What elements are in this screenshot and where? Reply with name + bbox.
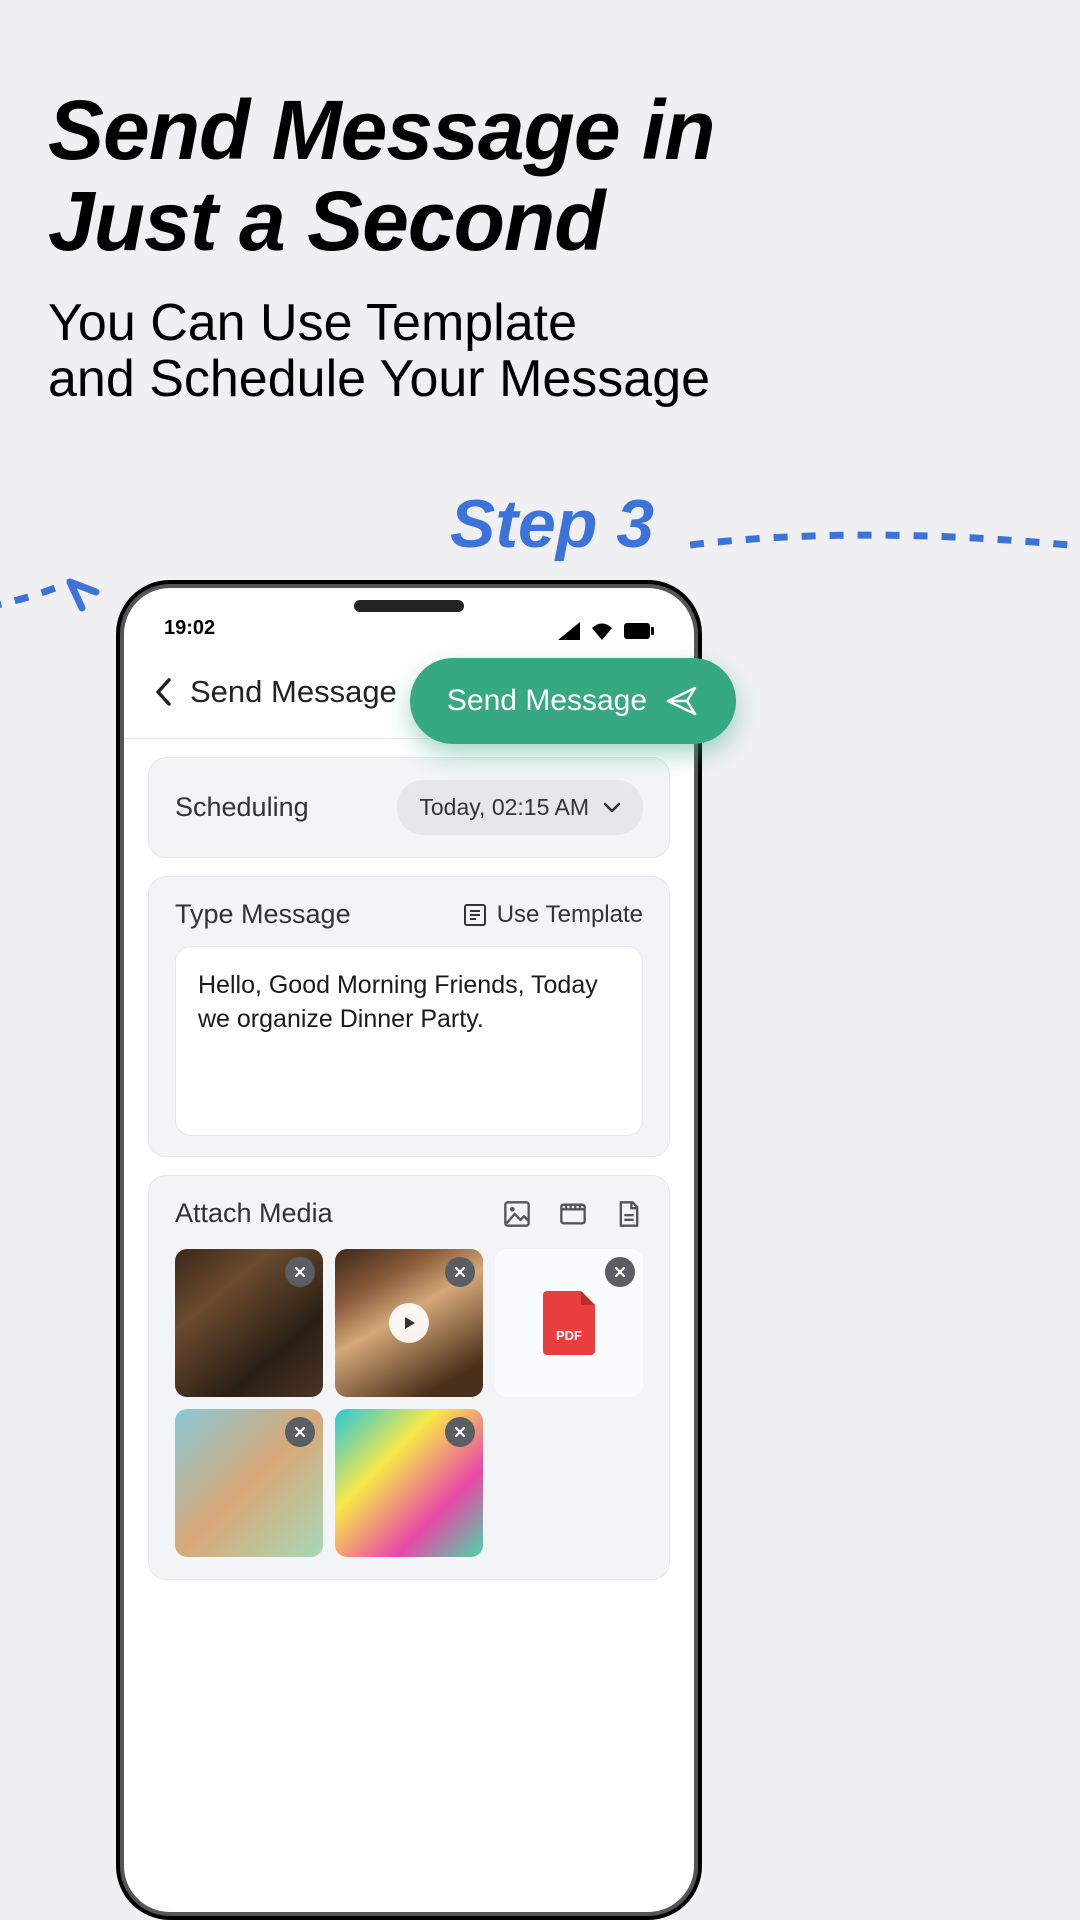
status-time: 19:02 (164, 617, 215, 640)
close-icon (614, 1266, 626, 1278)
send-icon (665, 684, 699, 718)
remove-media-button[interactable] (445, 1417, 475, 1447)
step-label: Step 3 (450, 485, 654, 563)
close-icon (294, 1266, 306, 1278)
remove-media-button[interactable] (285, 1257, 315, 1287)
use-template-button[interactable]: Use Template (463, 901, 643, 929)
send-message-button[interactable]: Send Message (410, 658, 736, 744)
media-thumbnail[interactable]: PDF (495, 1249, 643, 1397)
video-icon[interactable] (559, 1200, 587, 1228)
promo-title: Send Message in Just a Second (48, 85, 715, 266)
promo-title-line2: Just a Second (48, 176, 715, 267)
send-button-label: Send Message (447, 684, 647, 718)
signal-icon (558, 622, 580, 640)
promo-subtitle-line2: and Schedule Your Message (48, 351, 710, 407)
promo-subtitle: You Can Use Template and Schedule Your M… (48, 295, 710, 407)
play-icon (389, 1303, 429, 1343)
remove-media-button[interactable] (285, 1417, 315, 1447)
scheduling-value: Today, 02:15 AM (419, 794, 589, 821)
use-template-label: Use Template (497, 901, 643, 929)
attach-card: Attach Media (148, 1175, 670, 1580)
wifi-icon (590, 622, 614, 640)
phone-frame: 19:02 Send Message Scheduling (116, 580, 702, 1920)
remove-media-button[interactable] (445, 1257, 475, 1287)
pdf-icon: PDF (543, 1291, 595, 1355)
media-thumbnail[interactable] (175, 1409, 323, 1557)
template-icon (463, 903, 487, 927)
promo-subtitle-line1: You Can Use Template (48, 295, 710, 351)
compose-label: Type Message (175, 899, 351, 930)
scheduling-label: Scheduling (175, 792, 309, 823)
scheduling-card: Scheduling Today, 02:15 AM (148, 757, 670, 858)
promo-title-line1: Send Message in (48, 85, 715, 176)
close-icon (454, 1266, 466, 1278)
compose-card: Type Message Use Template Hello, Good Mo… (148, 876, 670, 1157)
attach-label: Attach Media (175, 1198, 333, 1229)
chevron-down-icon (603, 802, 621, 814)
scheduling-dropdown[interactable]: Today, 02:15 AM (397, 780, 643, 835)
media-thumbnail[interactable] (175, 1249, 323, 1397)
image-icon[interactable] (503, 1200, 531, 1228)
close-icon (294, 1426, 306, 1438)
arrow-right-icon (690, 515, 1080, 595)
media-thumbnail[interactable] (335, 1409, 483, 1557)
arrow-left-icon (0, 560, 110, 640)
document-icon[interactable] (615, 1200, 643, 1228)
phone-notch (354, 600, 464, 612)
remove-media-button[interactable] (605, 1257, 635, 1287)
media-thumbnail[interactable] (335, 1249, 483, 1397)
close-icon (454, 1426, 466, 1438)
back-icon[interactable] (154, 677, 172, 707)
battery-icon (624, 623, 654, 639)
page-title: Send Message (190, 674, 397, 710)
status-bar: 19:02 (124, 588, 694, 646)
message-input[interactable]: Hello, Good Morning Friends, Today we or… (175, 946, 643, 1136)
